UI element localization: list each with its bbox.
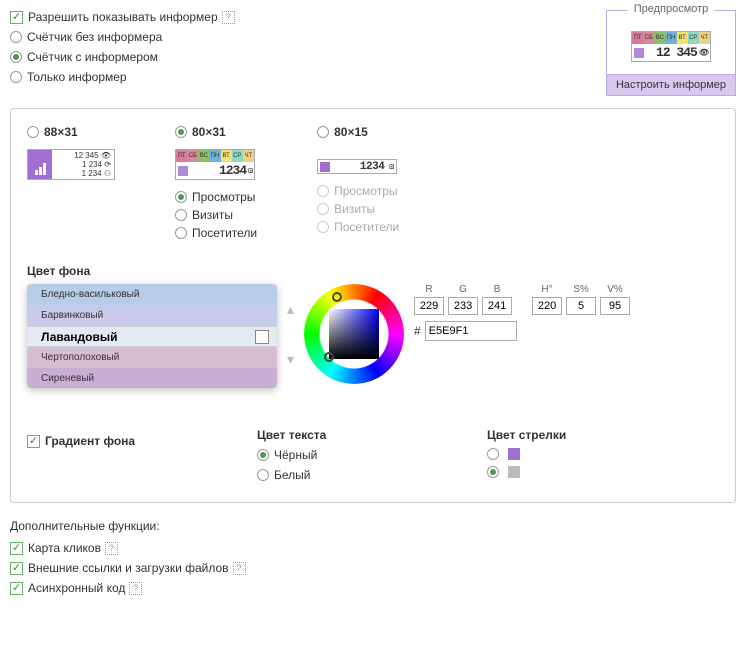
swatch-item[interactable]: Барвинковый — [27, 305, 277, 326]
h-label: H° — [541, 284, 552, 295]
bg-color-label: Цвет фона — [27, 264, 719, 278]
swatch-item[interactable]: Сиреневый — [27, 368, 277, 388]
external-label: Внешние ссылки и загрузки файлов — [28, 561, 229, 575]
r-label: R — [425, 284, 432, 295]
g-input[interactable] — [448, 297, 478, 315]
metric-visits-radio[interactable] — [175, 209, 187, 221]
b-label: B — [494, 284, 501, 295]
help-icon[interactable]: ? — [222, 11, 235, 24]
metric-visits-label: Визиты — [192, 208, 233, 222]
r-input[interactable] — [414, 297, 444, 315]
informer-only-radio[interactable] — [10, 71, 22, 83]
swatch-item[interactable]: Чертополоховый — [27, 347, 277, 368]
arrow-gray-icon — [508, 466, 520, 478]
text-white-label: Белый — [274, 468, 310, 482]
clickmap-label: Карта кликов — [28, 541, 101, 555]
g-label: G — [459, 284, 467, 295]
allow-informer-checkbox[interactable]: ✓ — [10, 11, 23, 24]
gradient-checkbox[interactable]: ✓ — [27, 435, 40, 448]
informer-80x15-preview: 1234 ⊡ — [317, 159, 397, 174]
metric-views-label-d: Просмотры — [334, 184, 397, 198]
num-80x15: 1234 — [332, 161, 387, 173]
help-icon[interactable]: ? — [129, 582, 142, 595]
hash-label: # — [414, 324, 421, 338]
h-input[interactable] — [532, 297, 562, 315]
text-black-label: Чёрный — [274, 448, 317, 462]
metric-views-radio-disabled — [317, 185, 329, 197]
bars-icon — [178, 166, 188, 176]
text-white-radio[interactable] — [257, 469, 269, 481]
allow-informer-label: Разрешить показывать информер — [28, 10, 218, 24]
color-picker[interactable] — [304, 284, 404, 384]
bars-icon — [634, 48, 644, 58]
size-80x31-label: 80×31 — [192, 125, 226, 139]
preview-number: 12 345 — [656, 45, 697, 60]
counter-with-informer-radio[interactable] — [10, 51, 22, 63]
arrow-purple-radio[interactable] — [487, 448, 499, 460]
async-label: Асинхронный код — [28, 581, 125, 595]
counter-no-informer-radio[interactable] — [10, 31, 22, 43]
color-swatches[interactable]: Бледно-васильковыйБарвинковыйЛавандовыйЧ… — [27, 284, 277, 388]
text-black-radio[interactable] — [257, 449, 269, 461]
arrow-color-label: Цвет стрелки — [487, 428, 657, 442]
sv-handle[interactable] — [324, 352, 334, 362]
preview-panel: Предпросмотр ПТСБВСПНВТСРЧТ 12 345👁 Наст… — [606, 10, 736, 96]
v-input[interactable] — [600, 297, 630, 315]
external-checkbox[interactable]: ✓ — [10, 562, 23, 575]
metric-views-radio[interactable] — [175, 191, 187, 203]
size-88x31-radio[interactable] — [27, 126, 39, 138]
s-label: S% — [573, 284, 589, 295]
footer-title: Дополнительные функции: — [10, 519, 736, 533]
v-label: V% — [607, 284, 623, 295]
arrow-down-icon[interactable]: ▾ — [287, 351, 294, 368]
configure-informer-button[interactable]: Настроить информер — [607, 74, 735, 95]
hex-input[interactable] — [425, 321, 517, 341]
arrow-purple-icon — [508, 448, 520, 460]
size-88x31-label: 88×31 — [44, 125, 78, 139]
metric-visitors-radio-disabled — [317, 221, 329, 233]
metric-visitors-radio[interactable] — [175, 227, 187, 239]
metric-visitors-label-d: Посетители — [334, 220, 399, 234]
num-80x31: 1234 — [219, 163, 246, 178]
metric-views-label: Просмотры — [192, 190, 255, 204]
preview-title: Предпросмотр — [628, 3, 715, 15]
size-80x31-radio[interactable] — [175, 126, 187, 138]
text-color-label: Цвет текста — [257, 428, 427, 442]
size-80x15-label: 80×15 — [334, 125, 368, 139]
informer-88x31-preview: 12 345 👁1 234 ⟳1 234 ⚇ — [27, 149, 115, 180]
help-icon[interactable]: ? — [105, 542, 118, 555]
async-checkbox[interactable]: ✓ — [10, 582, 23, 595]
metric-visits-label-d: Визиты — [334, 202, 375, 216]
swatch-item[interactable]: Лавандовый — [27, 326, 277, 347]
arrow-up-icon[interactable]: ▴ — [287, 301, 294, 318]
hue-handle[interactable] — [332, 292, 342, 302]
s-input[interactable] — [566, 297, 596, 315]
counter-with-informer-label: Счётчик с информером — [27, 50, 158, 64]
arrow-gray-radio[interactable] — [487, 466, 499, 478]
counter-no-informer-label: Счётчик без информера — [27, 30, 162, 44]
metric-visits-radio-disabled — [317, 203, 329, 215]
gradient-label: Градиент фона — [45, 434, 135, 448]
size-80x15-radio[interactable] — [317, 126, 329, 138]
swatch-item[interactable]: Бледно-васильковый — [27, 284, 277, 305]
help-icon[interactable]: ? — [233, 562, 246, 575]
bars-icon — [320, 162, 330, 172]
metric-visitors-label: Посетители — [192, 226, 257, 240]
preview-informer: ПТСБВСПНВТСРЧТ 12 345👁 — [631, 31, 711, 62]
informer-only-label: Только информер — [27, 70, 127, 84]
b-input[interactable] — [482, 297, 512, 315]
clickmap-checkbox[interactable]: ✓ — [10, 542, 23, 555]
swatch-arrows: ▴▾ — [287, 284, 294, 384]
informer-80x31-preview: ПТСБВСПНВТСРЧТ 1234⊡ — [175, 149, 255, 180]
